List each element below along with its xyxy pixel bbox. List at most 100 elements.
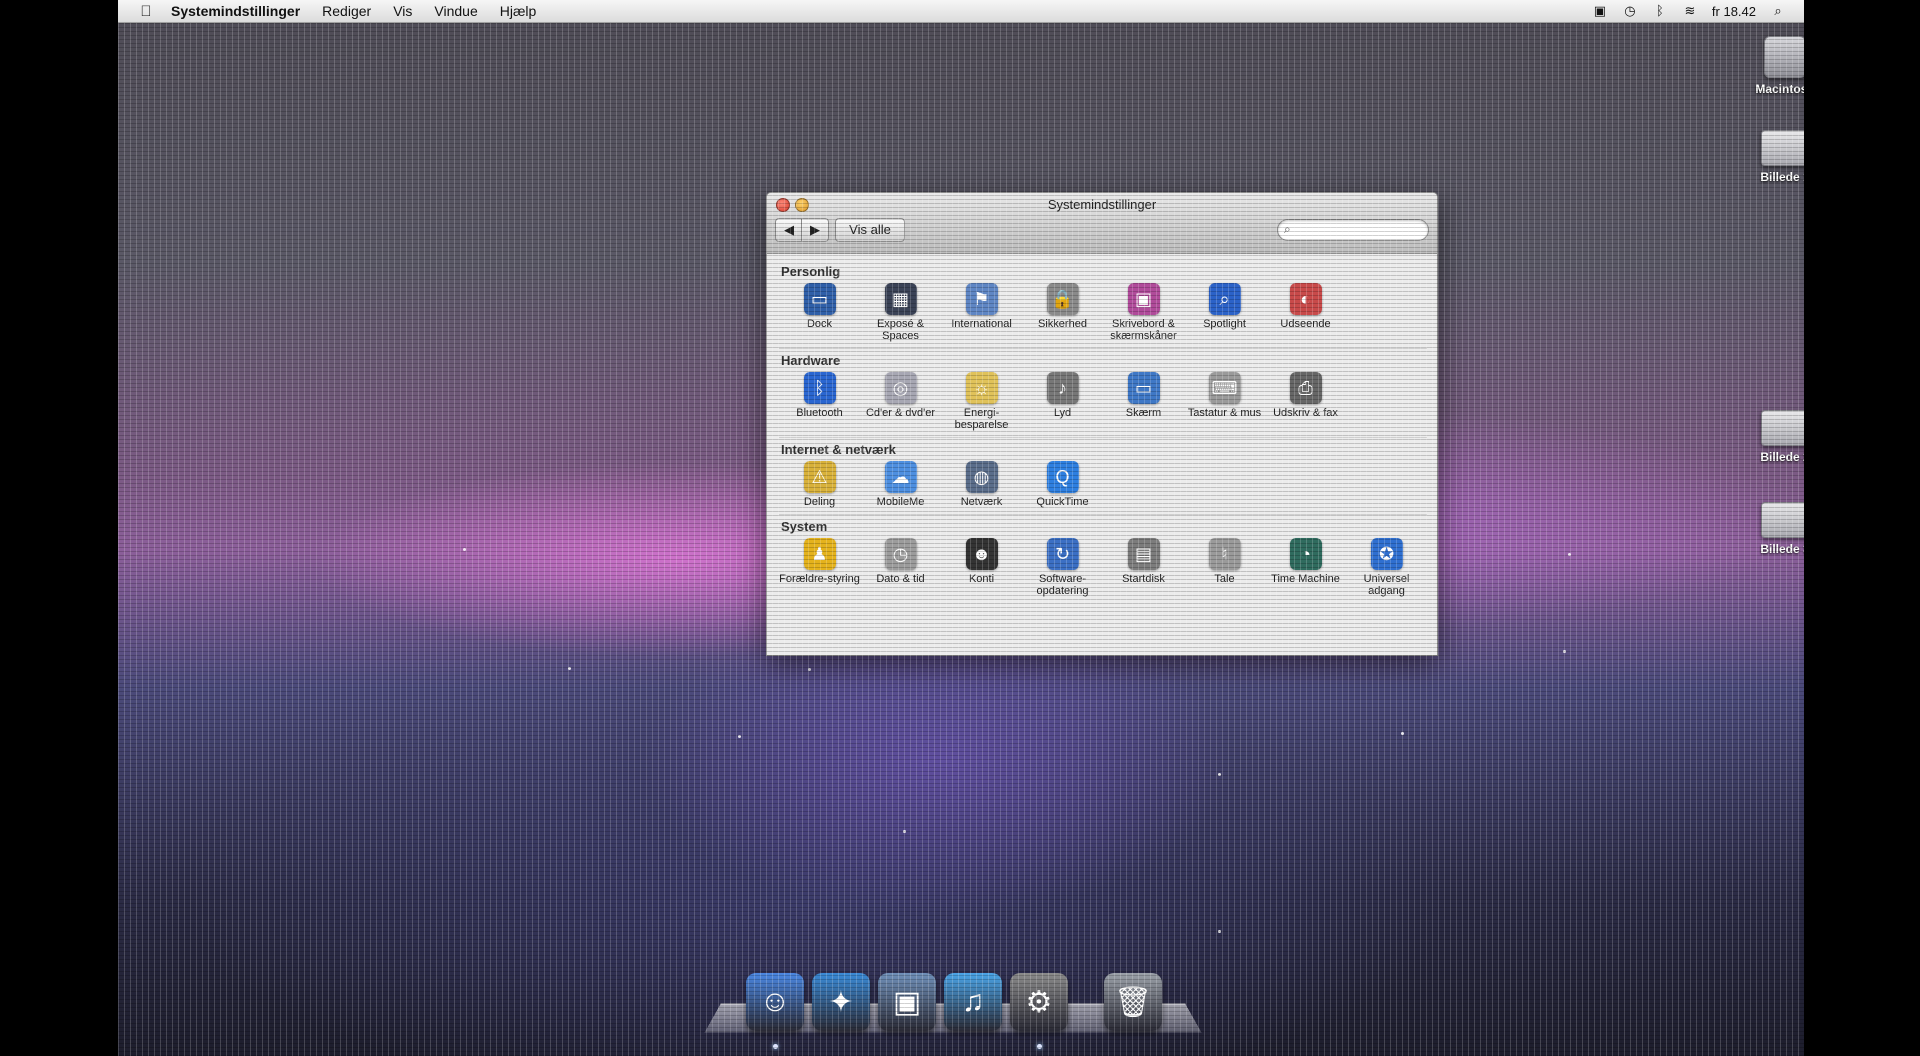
cd-icon: ◎ (884, 372, 917, 404)
pane-desktop[interactable]: ▣ Skrivebord & skærmskåner (1103, 283, 1184, 342)
menu-app-name[interactable]: Systemindstillinger (160, 3, 311, 19)
itunes-icon[interactable]: ♫ (944, 973, 1002, 1031)
system-preferences-icon[interactable]: ⚙ (1010, 973, 1068, 1031)
parental-icon: ♟ (803, 538, 836, 570)
menu-clock[interactable]: fr 18.42 (1712, 4, 1756, 19)
flag-icon: ⚑ (965, 283, 998, 315)
section-title: Hardware (781, 353, 841, 368)
pane-speaker[interactable]: ♪ Lyd (1022, 372, 1103, 431)
desktop-icon-billede-2[interactable]: Billede 2 (1730, 410, 1804, 464)
star-decoration (808, 668, 811, 671)
pane-label: Exposé & Spaces (876, 318, 925, 342)
pane-label: International (951, 318, 1012, 330)
apple-icon[interactable]:  (132, 3, 160, 20)
pane-flag[interactable]: ⚑ International (941, 283, 1022, 342)
iphoto-icon[interactable]: ▣ (878, 973, 936, 1031)
pane-clock[interactable]: ◷ Dato & tid (860, 538, 941, 597)
screenshot-icon (1761, 410, 1804, 446)
pane-keyboard[interactable]: ⌨ Tastatur & mus (1184, 372, 1265, 431)
pane-globe[interactable]: ◍ Netværk (941, 461, 1022, 508)
desktop-icon-macintosh[interactable]: Macintosh (1730, 36, 1804, 96)
menu-vindue[interactable]: Vindue (423, 3, 488, 19)
pane-time-machine[interactable]: ◔ Time Machine (1265, 538, 1346, 597)
forward-button[interactable]: ▶ (801, 218, 829, 242)
pane-lock[interactable]: 🔒 Sikkerhed (1022, 283, 1103, 342)
pane-microphone[interactable]: ♮ Tale (1184, 538, 1265, 597)
pane-quicktime[interactable]: Q QuickTime (1022, 461, 1103, 508)
star-decoration (463, 548, 466, 551)
section-hardware: Hardware ᛒ Bluetooth ◎ Cd'er & dvd'er ☼ Energ… (779, 353, 1427, 438)
pane-update[interactable]: ↻ Software-opdatering (1022, 538, 1103, 597)
keyboard-icon: ⌨ (1208, 372, 1241, 404)
back-button[interactable]: ◀ (775, 218, 803, 242)
pane-cloud[interactable]: ☁ MobileMe (860, 461, 941, 508)
menu-rediger[interactable]: Rediger (311, 3, 382, 19)
trash-icon[interactable]: 🗑 (1104, 973, 1162, 1031)
finder-icon[interactable]: ☺ (746, 973, 804, 1031)
appearance-icon: ◐ (1289, 283, 1322, 315)
pane-sharing[interactable]: ⚠ Deling (779, 461, 860, 508)
dock-running-indicator (773, 1044, 778, 1049)
pane-label: Forældre-styring (779, 573, 860, 585)
pane-label: Sikkerhed (1038, 318, 1087, 330)
section-system: System ♟ Forældre-styring ◷ Dato & tid ☻ Kont… (779, 519, 1427, 603)
menu-bar:  Systemindstillinger Rediger Vis Vindue… (118, 0, 1804, 23)
star-decoration (1218, 773, 1221, 776)
pane-accessibility[interactable]: ✪ Universel adgang (1346, 538, 1427, 597)
spotlight-icon[interactable]: ⌕ (1770, 4, 1786, 18)
disk-icon: ▤ (1127, 538, 1160, 570)
desktop-icon-billede-1[interactable]: Billede 1 (1730, 130, 1804, 184)
pane-appearance[interactable]: ◐ Udseende (1265, 283, 1346, 342)
pane-label: Bluetooth (796, 407, 843, 419)
users-icon: ☻ (965, 538, 998, 570)
section-title: Internet & netværk (781, 442, 896, 457)
pane-label: MobileMe (876, 496, 925, 508)
menu-hjaelp[interactable]: Hjælp (489, 3, 548, 19)
clock-icon: ◷ (884, 538, 917, 570)
wifi-icon[interactable]: ≋ (1682, 4, 1698, 18)
pane-disk[interactable]: ▤ Startdisk (1103, 538, 1184, 597)
pane-bluetooth[interactable]: ᛒ Bluetooth (779, 372, 860, 431)
time-machine-icon: ◔ (1289, 538, 1322, 570)
pane-row: ᛒ Bluetooth ◎ Cd'er & dvd'er ☼ Energi-bespare… (779, 372, 1427, 431)
show-all-button[interactable]: Vis alle (835, 218, 905, 242)
display-icon[interactable]: ▣ (1592, 4, 1608, 18)
pane-monitor[interactable]: ▭ Skærm (1103, 372, 1184, 431)
search-input[interactable] (1300, 221, 1424, 239)
desktop-icon-label: Billede 3 (1760, 542, 1804, 556)
pane-printer[interactable]: ⎙ Udskriv & fax (1265, 372, 1346, 431)
pane-label: Spotlight (1203, 318, 1246, 330)
microphone-icon: ♮ (1208, 538, 1241, 570)
desktop-icon-label: Billede 1 (1760, 170, 1804, 184)
expose-icon: ▦ (884, 283, 917, 315)
pane-expose[interactable]: ▦ Exposé & Spaces (860, 283, 941, 342)
bluetooth-icon: ᛒ (803, 372, 836, 404)
menu-extras: ▣ ◷ ᛒ ≋ fr 18.42 ⌕ (1592, 4, 1804, 19)
pane-lightbulb[interactable]: ☼ Energi-besparelse (941, 372, 1022, 431)
screenshot-icon (1761, 130, 1804, 166)
search-box[interactable]: ⌕ (1277, 219, 1429, 241)
pane-cd[interactable]: ◎ Cd'er & dvd'er (860, 372, 941, 431)
bluetooth-icon[interactable]: ᛒ (1652, 4, 1668, 18)
pane-users[interactable]: ☻ Konti (941, 538, 1022, 597)
pane-label: Time Machine (1271, 573, 1340, 585)
lightbulb-icon: ☼ (965, 372, 998, 404)
safari-icon[interactable]: ✦ (812, 973, 870, 1031)
pane-row: ⚠ Deling ☁ MobileMe ◍ Netværk Q QuickTime (779, 461, 1427, 508)
star-decoration (1401, 732, 1404, 735)
preference-panes: Personlig ▭ Dock ▦ Exposé & Spaces ⚑ Internat… (767, 254, 1437, 603)
desktop-icon-label: Macintosh (1755, 82, 1804, 96)
section-internet: Internet & netværk ⚠ Deling ☁ MobileMe ◍ Netv… (779, 442, 1427, 515)
pane-parental[interactable]: ♟ Forældre-styring (779, 538, 860, 597)
star-decoration (1218, 930, 1221, 933)
pane-spotlight[interactable]: ⌕ Spotlight (1184, 283, 1265, 342)
star-decoration (903, 830, 906, 833)
pane-label: Tastatur & mus (1187, 407, 1262, 419)
globe-icon: ◍ (965, 461, 998, 493)
lock-icon: 🔒 (1046, 283, 1079, 315)
menu-vis[interactable]: Vis (382, 3, 423, 19)
pane-label: Cd'er & dvd'er (865, 407, 935, 419)
desktop-icon-billede-3[interactable]: Billede 3 (1730, 502, 1804, 556)
time-machine-icon[interactable]: ◷ (1622, 4, 1638, 18)
pane-dock[interactable]: ▭ Dock (779, 283, 860, 342)
